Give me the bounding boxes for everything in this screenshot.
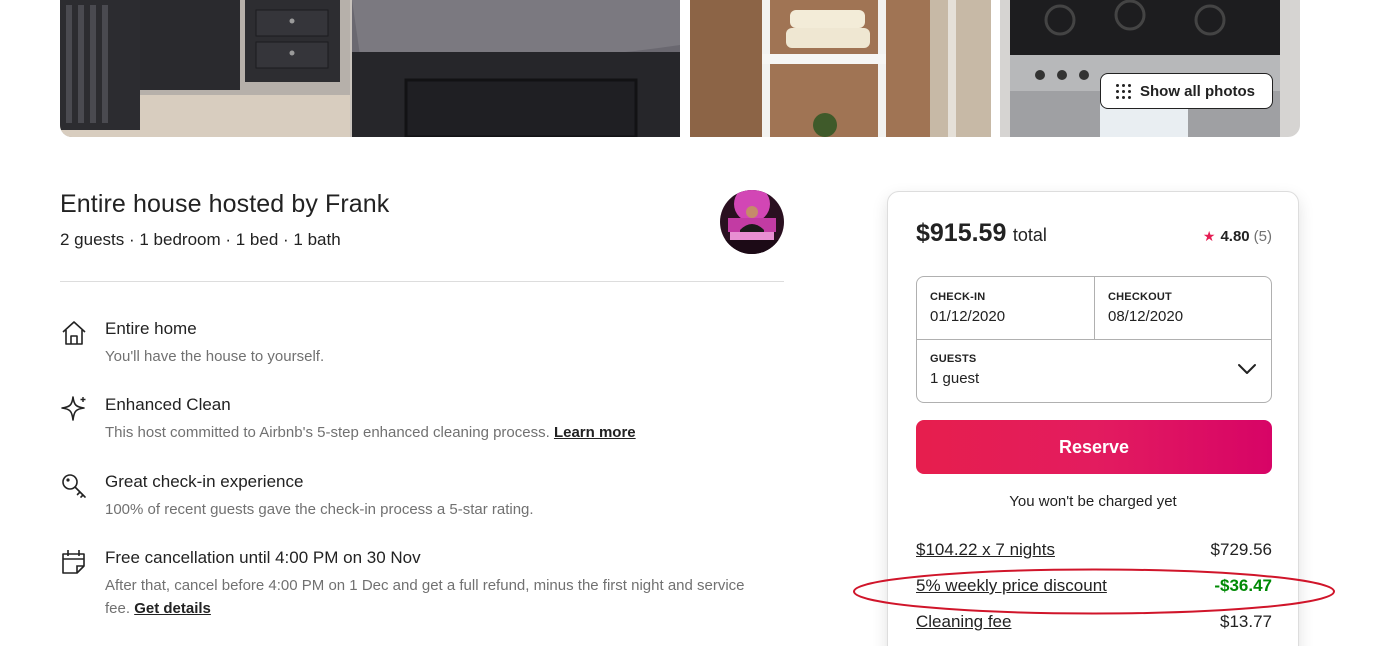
- highlight-ellipse: [852, 567, 1336, 616]
- nights-amount: $729.56: [1210, 540, 1272, 559]
- house-icon: [60, 319, 88, 347]
- rating-summary[interactable]: ★ 4.80 (5): [1203, 228, 1272, 245]
- photo-kitchen[interactable]: [1000, 0, 1300, 137]
- get-details-link[interactable]: Get details: [134, 600, 211, 617]
- feature-description: 100% of recent guests gave the check-in …: [105, 501, 534, 518]
- show-all-photos-button[interactable]: Show all photos: [1100, 73, 1273, 109]
- show-all-photos-label: Show all photos: [1140, 82, 1255, 100]
- price-amount: $915.59: [916, 219, 1007, 247]
- nights-breakdown-link[interactable]: $104.22 x 7 nights: [916, 540, 1055, 560]
- reserve-button[interactable]: Reserve: [916, 420, 1272, 474]
- guests-value: 1 guest: [930, 370, 980, 387]
- feature-description: You'll have the house to yourself.: [105, 348, 325, 365]
- listing-title: Entire house hosted by Frank: [60, 190, 390, 218]
- listing-capacity: 2 guests · 1 bedroom · 1 bed · 1 bath: [60, 230, 341, 249]
- feature-title: Enhanced Clean: [105, 395, 231, 414]
- photo-bedroom[interactable]: [60, 0, 680, 137]
- price-suffix: total: [1012, 225, 1047, 245]
- learn-more-link[interactable]: Learn more: [554, 424, 636, 441]
- trip-details: CHECK-IN 01/12/2020 CHECKOUT 08/12/2020 …: [916, 276, 1272, 403]
- checkout-field[interactable]: CHECKOUT 08/12/2020: [1095, 277, 1271, 340]
- check-in-value: 01/12/2020: [930, 308, 1006, 325]
- check-in-field[interactable]: CHECK-IN 01/12/2020: [917, 277, 1095, 340]
- guests-dropdown[interactable]: GUESTS 1 guest: [917, 340, 1271, 402]
- chevron-down-icon: [1238, 364, 1256, 374]
- star-icon: ★: [1202, 228, 1216, 244]
- feature-title: Entire home: [105, 319, 197, 338]
- check-in-label: CHECK-IN: [930, 291, 986, 303]
- feature-title: Great check-in experience: [105, 472, 304, 491]
- checkout-value: 08/12/2020: [1108, 308, 1184, 325]
- host-avatar[interactable]: [720, 190, 784, 254]
- guests-label: GUESTS: [930, 353, 977, 365]
- price-total: $915.59 total: [916, 219, 1047, 248]
- key-icon: [60, 472, 88, 500]
- sparkle-icon: [60, 395, 88, 423]
- review-count: (5): [1253, 228, 1272, 245]
- feature-description: This host committed to Airbnb's 5-step e…: [105, 424, 636, 441]
- rating-score: 4.80: [1220, 228, 1250, 245]
- feature-title: Free cancellation until 4:00 PM on 30 No…: [105, 548, 421, 567]
- section-divider: [60, 281, 784, 282]
- checkout-label: CHECKOUT: [1108, 291, 1172, 303]
- photo-bathroom[interactable]: [690, 0, 991, 137]
- no-charge-note: You won't be charged yet: [1009, 493, 1177, 510]
- feature-description: After that, cancel before 4:00 PM on 1 D…: [105, 577, 745, 617]
- grid-dots-icon: [1116, 83, 1131, 99]
- calendar-icon: [60, 548, 88, 576]
